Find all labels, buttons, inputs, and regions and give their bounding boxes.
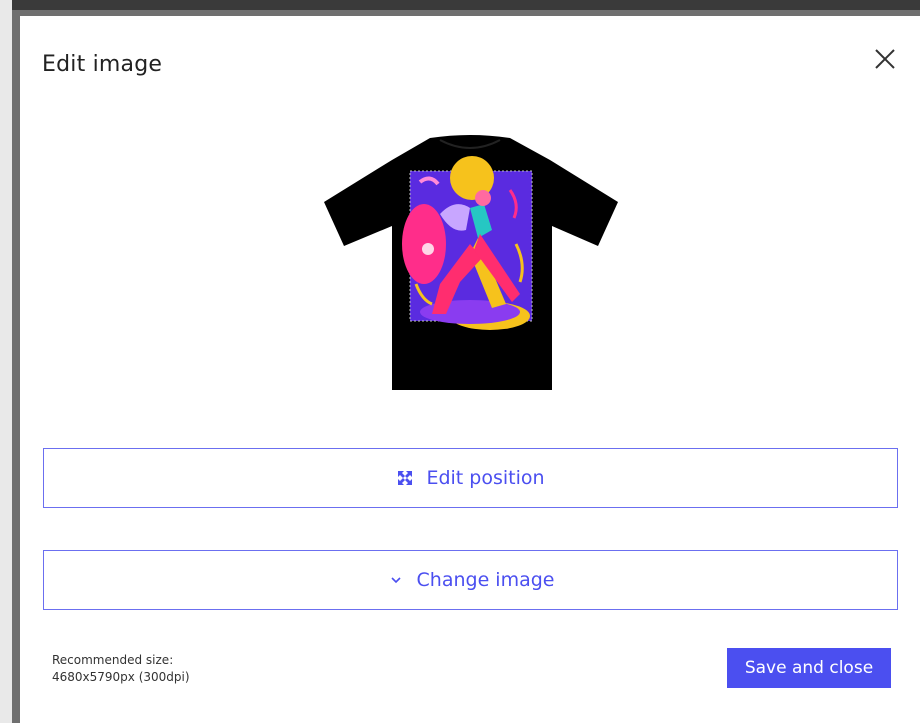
chevron-down-icon: [387, 571, 405, 589]
recommended-size-info: Recommended size: 4680x5790px (300dpi): [52, 652, 190, 686]
edit-position-label: Edit position: [426, 467, 545, 489]
edit-image-dialog: Edit image Edit position Change image Re…: [20, 16, 920, 723]
background-page-edge: [0, 0, 12, 723]
recommended-size-label: Recommended size:: [52, 653, 174, 667]
close-button[interactable]: [870, 44, 900, 74]
close-icon: [875, 49, 895, 69]
change-image-button[interactable]: Change image: [43, 550, 898, 610]
tshirt-image: [324, 135, 618, 390]
print-design: [402, 156, 533, 330]
edit-position-button[interactable]: Edit position: [43, 448, 898, 508]
move-arrows-icon: [396, 469, 414, 487]
recommended-size-value: 4680x5790px (300dpi): [52, 670, 190, 684]
background-top-bar: [0, 0, 920, 10]
change-image-label: Change image: [416, 569, 555, 591]
save-and-close-button[interactable]: Save and close: [727, 648, 891, 688]
dialog-title: Edit image: [42, 52, 163, 77]
tshirt-preview: [320, 134, 620, 394]
